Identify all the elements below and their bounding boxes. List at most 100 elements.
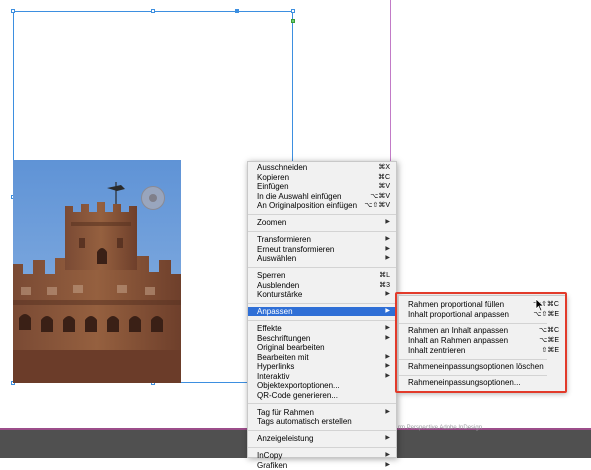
ctx-item-sperren[interactable]: Sperren ⌘L — [248, 271, 396, 280]
sub-item-label: Inhalt an Rahmen anpassen — [408, 336, 509, 345]
sub-separator — [399, 322, 547, 324]
submenu-arrow-icon: ▶ — [385, 334, 390, 341]
ctx-item-label: InCopy — [257, 451, 283, 460]
ctx-item-interaktiv[interactable]: Interaktiv ▶ — [248, 372, 396, 381]
ctx-item-label: Transformieren — [257, 235, 311, 244]
sub-item-label: Inhalt proportional anpassen — [408, 310, 509, 319]
ctx-item-konturstärke[interactable]: Konturstärke ▶ — [248, 290, 396, 299]
ctx-item-label: Bearbeiten mit — [257, 352, 309, 362]
submenu-arrow-icon: ▶ — [385, 452, 390, 458]
ctx-item-shortcut: ⌥⇧⌘V — [364, 202, 390, 209]
submenu-arrow-icon: ▶ — [385, 461, 390, 468]
ctx-item-original-bearbeiten[interactable]: Original bearbeiten — [248, 343, 396, 352]
ctx-item-kopieren[interactable]: Kopieren ⌘C — [248, 173, 396, 182]
submenu-arrow-icon: ▶ — [385, 372, 390, 379]
submenu-arrow-icon: ▶ — [385, 408, 390, 415]
ctx-item-hyperlinks[interactable]: Hyperlinks ▶ — [248, 362, 396, 371]
ctx-separator — [248, 302, 396, 304]
frame-handle-top-mid-anchor[interactable] — [235, 9, 239, 13]
submenu-arrow-icon: ▶ — [385, 325, 390, 331]
sub-item-label: Rahmeneinpassungsoptionen löschen — [408, 362, 544, 371]
ctx-separator — [248, 266, 396, 268]
ctx-item-beschriftungen[interactable]: Beschriftungen ▶ — [248, 334, 396, 343]
ctx-item-label: In die Auswahl einfügen — [257, 191, 342, 201]
ctx-item-tags-automatisch-erstellen[interactable]: Tags automatisch erstellen — [248, 417, 396, 426]
footer-text: rm Perspective Adobe InDesign — [398, 425, 483, 431]
ctx-item-anpassen[interactable]: Anpassen ▶ — [248, 307, 396, 316]
ctx-item-label: Anzeigeleistung — [257, 434, 314, 443]
frame-inport-handle[interactable] — [291, 19, 295, 23]
sub-item-label: Rahmen proportional füllen — [408, 300, 505, 309]
submenu-arrow-icon: ▶ — [385, 219, 390, 225]
submenu-arrow-icon: ▶ — [385, 255, 390, 261]
ctx-item-in-die-auswahl-einfügen[interactable]: In die Auswahl einfügen ⌥⌘V — [248, 192, 396, 201]
sub-item-rahmen-an-inhalt-anpassen[interactable]: Rahmen an Inhalt anpassen ⌥⌘C — [399, 326, 565, 335]
ctx-item-qr-code-generieren[interactable]: QR-Code generieren... — [248, 391, 396, 400]
ctx-item-label: Zoomen — [257, 218, 287, 227]
ctx-item-label: Sperren — [257, 271, 286, 280]
submenu-arrow-icon: ▶ — [385, 245, 390, 252]
ctx-item-label: Effekte — [257, 324, 282, 333]
ctx-item-shortcut: ⌘L — [379, 272, 390, 279]
ctx-item-label: Ausschneiden — [257, 163, 308, 172]
sub-item-label: Inhalt zentrieren — [408, 346, 466, 355]
frame-handle-top-left[interactable] — [11, 9, 15, 13]
ctx-item-effekte[interactable]: Effekte ▶ — [248, 324, 396, 333]
context-menu: Ausschneiden ⌘X Kopieren ⌘C Einfügen ⌘V In die… — [247, 161, 397, 470]
ctx-item-shortcut: ⌘V — [378, 183, 390, 190]
submenu-arrow-icon: ▶ — [385, 353, 390, 360]
ctx-separator — [248, 429, 396, 431]
sub-item-inhalt-an-rahmen-anpassen[interactable]: Inhalt an Rahmen anpassen ⌥⌘E — [399, 336, 565, 345]
ctx-item-erneut-transformieren[interactable]: Erneut transformieren ▶ — [248, 245, 396, 254]
ctx-item-objektexportoptionen[interactable]: Objektexportoptionen... — [248, 381, 396, 390]
ctx-item-grafiken[interactable]: Grafiken ▶ — [248, 461, 396, 470]
ctx-item-label: An Originalposition einfügen — [257, 201, 358, 210]
ctx-item-an-originalposition-einfügen[interactable]: An Originalposition einfügen ⌥⇧⌘V — [248, 201, 396, 210]
ctx-separator — [248, 446, 396, 448]
ctx-item-label: Kopieren — [257, 172, 290, 182]
ctx-item-label: Auswählen — [257, 254, 297, 263]
ctx-separator — [248, 319, 396, 321]
submenu-arrow-icon: ▶ — [385, 308, 390, 314]
sub-item-rahmeneinpassungsoptionen[interactable]: Rahmeneinpassungsoptionen... — [399, 378, 565, 387]
content-grabber-donut[interactable] — [141, 186, 165, 210]
sub-item-shortcut: ⌥⌘C — [538, 327, 559, 334]
ctx-item-shortcut: ⌘3 — [379, 281, 390, 289]
submenu-arrow-icon: ▶ — [385, 435, 390, 441]
ctx-item-incopy[interactable]: InCopy ▶ — [248, 451, 396, 460]
ctx-item-label: Beschriftungen — [257, 333, 311, 343]
ctx-item-label: Tag für Rahmen — [257, 407, 314, 417]
ctx-item-label: Grafiken — [257, 460, 288, 470]
ctx-item-tag-für-rahmen[interactable]: Tag für Rahmen ▶ — [248, 408, 396, 417]
ctx-item-ausblenden[interactable]: Ausblenden ⌘3 — [248, 281, 396, 290]
sub-item-rahmeneinpassungsoptionen-löschen[interactable]: Rahmeneinpassungsoptionen löschen — [399, 362, 565, 371]
ctx-item-einfügen[interactable]: Einfügen ⌘V — [248, 182, 396, 191]
ctx-item-auswählen[interactable]: Auswählen ▶ — [248, 254, 396, 263]
ctx-item-label: Objektexportoptionen... — [257, 381, 340, 390]
ctx-item-label: Original bearbeiten — [257, 343, 325, 352]
sub-item-shortcut: ⇧⌘E — [541, 347, 559, 354]
sub-item-inhalt-zentrieren[interactable]: Inhalt zentrieren ⇧⌘E — [399, 346, 565, 355]
submenu-arrow-icon: ▶ — [385, 291, 390, 297]
sub-item-label: Rahmeneinpassungsoptionen... — [408, 378, 521, 387]
ctx-item-shortcut: ⌥⌘V — [370, 192, 390, 200]
ctx-item-anzeigeleistung[interactable]: Anzeigeleistung ▶ — [248, 434, 396, 443]
ctx-item-ausschneiden[interactable]: Ausschneiden ⌘X — [248, 163, 396, 172]
ctx-item-label: Konturstärke — [257, 290, 303, 299]
ctx-item-label: QR-Code generieren... — [257, 390, 338, 400]
ctx-item-label: Einfügen — [257, 182, 289, 191]
frame-handle-top-center[interactable] — [151, 9, 155, 13]
sub-separator — [399, 374, 547, 376]
sub-item-shortcut: ⌥⌘E — [539, 337, 559, 344]
ctx-item-zoomen[interactable]: Zoomen ▶ — [248, 218, 396, 227]
ctx-item-bearbeiten-mit[interactable]: Bearbeiten mit ▶ — [248, 353, 396, 362]
ctx-item-label: Interaktiv — [257, 371, 290, 381]
mouse-cursor-icon — [535, 298, 545, 312]
ctx-item-shortcut: ⌘X — [378, 164, 390, 171]
ctx-item-shortcut: ⌘C — [377, 173, 390, 181]
frame-handle-top-right[interactable] — [291, 9, 295, 13]
ctx-item-label: Ausblenden — [257, 280, 300, 290]
ctx-separator — [248, 213, 396, 215]
ctx-item-transformieren[interactable]: Transformieren ▶ — [248, 235, 396, 244]
ctx-item-label: Erneut transformieren — [257, 244, 335, 254]
